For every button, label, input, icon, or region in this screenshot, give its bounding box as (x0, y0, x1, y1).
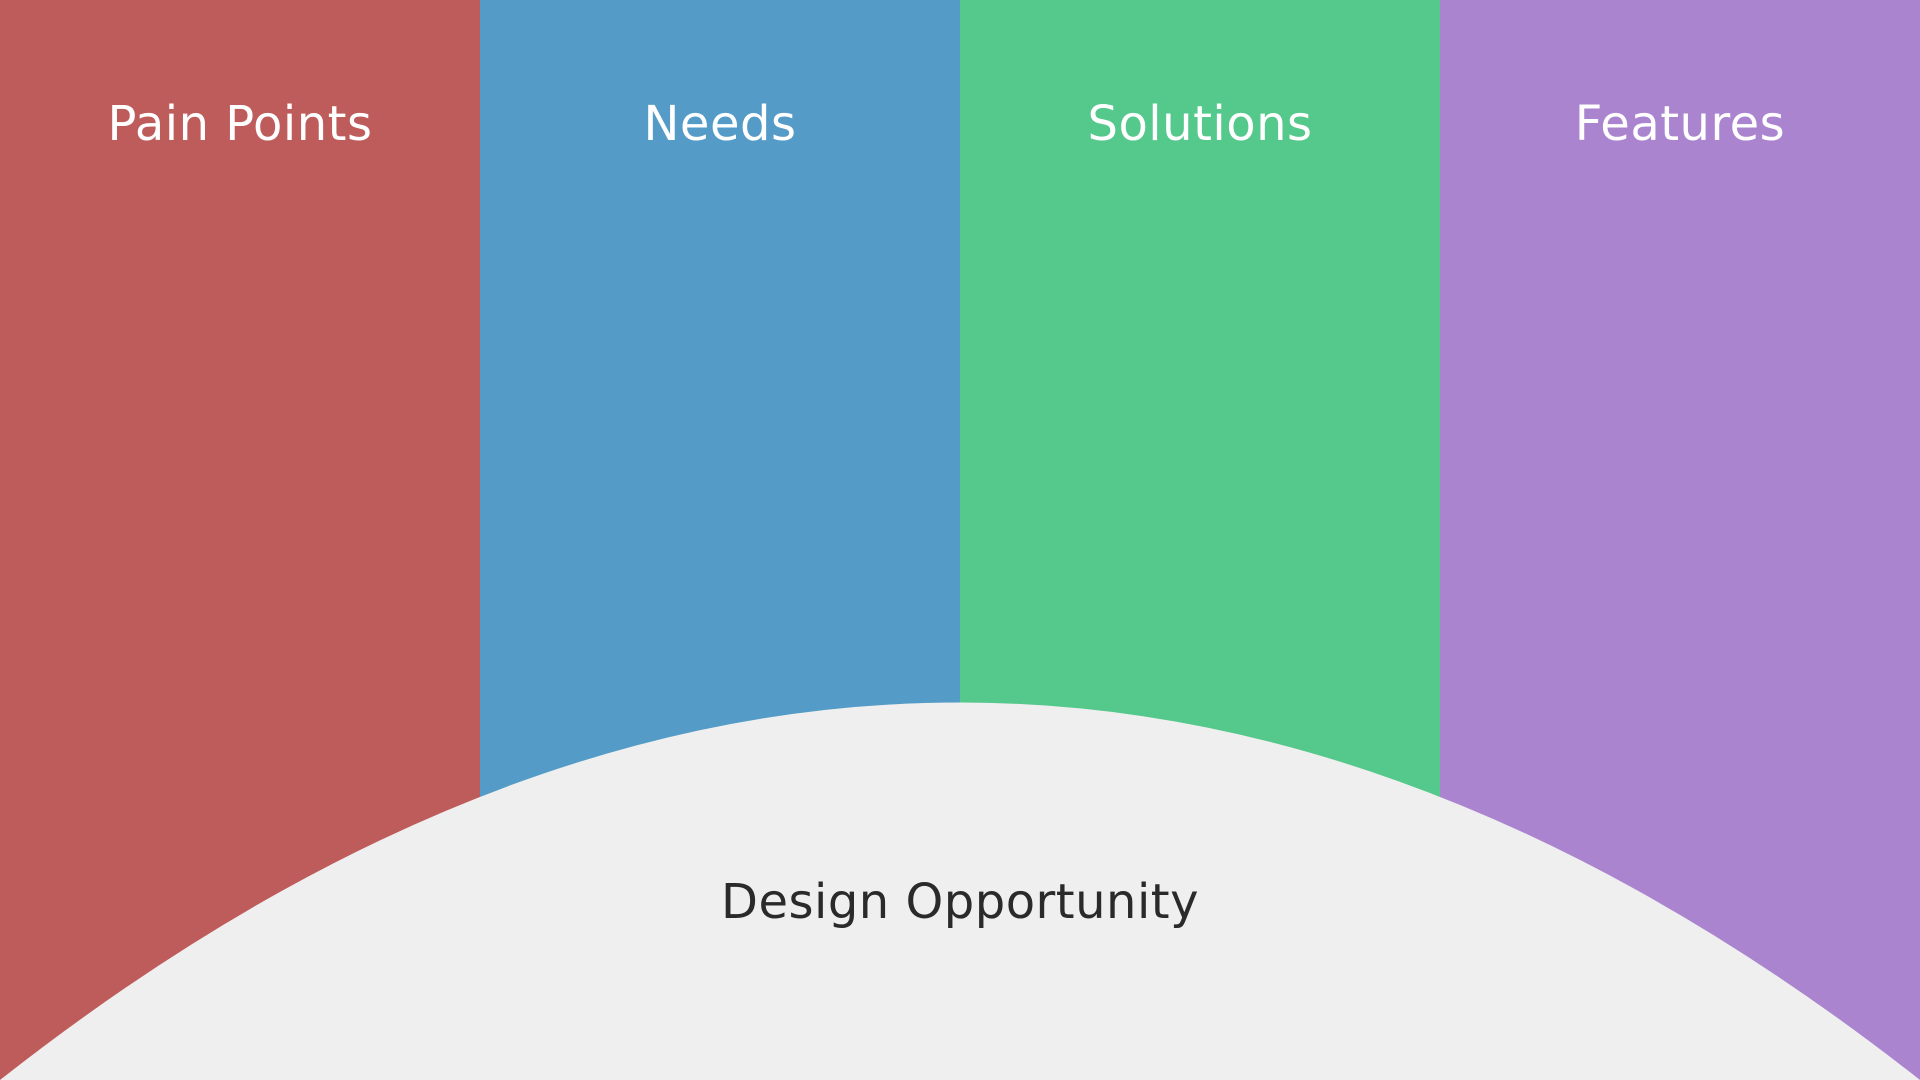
design-opportunity-label: Design Opportunity (720, 874, 1200, 930)
diagram-canvas: Pain Points Needs Solutions Features Des… (0, 0, 1920, 1080)
